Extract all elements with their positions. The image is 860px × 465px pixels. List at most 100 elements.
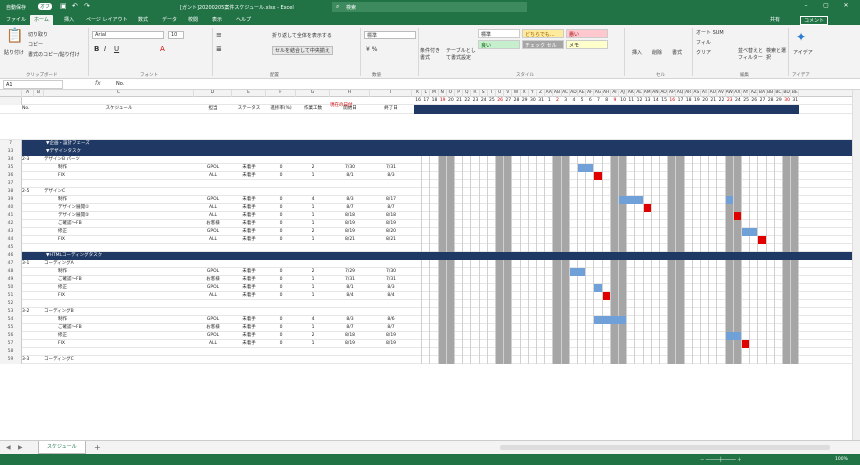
gantt-cell[interactable] xyxy=(570,348,578,356)
gantt-cell[interactable] xyxy=(644,356,652,364)
gantt-cell[interactable] xyxy=(619,284,628,292)
cell-f[interactable]: 0 xyxy=(266,164,296,172)
gantt-cell[interactable] xyxy=(438,212,447,220)
gantt-cell[interactable] xyxy=(512,172,521,180)
gantt-cell[interactable] xyxy=(742,308,751,316)
gantt-cell[interactable] xyxy=(758,188,767,196)
gantt-bar-blue[interactable] xyxy=(569,268,587,276)
cell-d[interactable]: お客様 xyxy=(194,220,232,228)
gantt-cell[interactable] xyxy=(438,340,447,348)
gantt-cell[interactable] xyxy=(750,196,759,204)
gantt-cell[interactable] xyxy=(553,244,562,252)
gantt-cell[interactable] xyxy=(545,268,554,276)
gantt-cell[interactable] xyxy=(693,228,701,236)
gantt-cell[interactable] xyxy=(463,204,472,212)
gantt-cell[interactable] xyxy=(578,324,587,332)
gantt-cell[interactable] xyxy=(693,220,701,228)
column-header-day[interactable]: X xyxy=(521,90,529,97)
gantt-cell[interactable] xyxy=(496,164,505,172)
gantt-cell[interactable] xyxy=(521,260,529,268)
gantt-cell[interactable] xyxy=(455,156,464,164)
column-header-day[interactable]: AX xyxy=(734,90,742,97)
cell-e[interactable]: 未着手 xyxy=(232,332,266,340)
cell-h[interactable]: 8/1 xyxy=(330,172,370,180)
gantt-cell[interactable] xyxy=(594,156,603,164)
gantt-cell[interactable] xyxy=(430,340,439,348)
cell-d[interactable]: ALL xyxy=(194,204,232,212)
gantt-cell[interactable] xyxy=(660,180,669,188)
column-header-day[interactable]: AF xyxy=(586,90,595,97)
gantt-cell[interactable] xyxy=(750,340,759,348)
gantt-cell[interactable] xyxy=(610,228,619,236)
gantt-cell[interactable] xyxy=(791,212,800,220)
gantt-cell[interactable] xyxy=(652,356,660,364)
gantt-cell[interactable] xyxy=(422,212,431,220)
column-header-day[interactable]: AG xyxy=(594,90,603,97)
cell-d[interactable]: GPOL xyxy=(194,228,232,236)
cell-c[interactable]: 修正 xyxy=(44,332,194,340)
gantt-cell[interactable] xyxy=(701,164,710,172)
gantt-cell[interactable] xyxy=(627,260,636,268)
gantt-cell[interactable] xyxy=(529,196,537,204)
gantt-cell[interactable] xyxy=(783,308,792,316)
column-header-c[interactable]: C xyxy=(44,90,194,97)
column-header-day[interactable]: AK xyxy=(627,90,636,97)
gantt-cell[interactable] xyxy=(783,276,792,284)
gantt-cell[interactable] xyxy=(685,164,693,172)
gantt-cell[interactable] xyxy=(438,236,447,244)
gantt-cell[interactable] xyxy=(660,156,669,164)
gantt-cell[interactable] xyxy=(767,340,775,348)
gantt-cell[interactable] xyxy=(471,292,480,300)
gantt-cell[interactable] xyxy=(553,316,562,324)
gantt-cell[interactable] xyxy=(463,196,472,204)
gantt-cell[interactable] xyxy=(561,332,570,340)
gantt-cell[interactable] xyxy=(504,212,513,220)
gantt-cell[interactable] xyxy=(586,284,595,292)
gantt-cell[interactable] xyxy=(610,340,619,348)
gantt-cell[interactable] xyxy=(758,292,767,300)
gantt-cell[interactable] xyxy=(521,284,529,292)
gantt-cell[interactable] xyxy=(652,332,660,340)
gantt-cell[interactable] xyxy=(570,236,578,244)
gantt-cell[interactable] xyxy=(422,172,431,180)
gantt-cell[interactable] xyxy=(471,220,480,228)
gantt-cell[interactable] xyxy=(438,260,447,268)
row-number[interactable]: 53 xyxy=(0,308,22,316)
gantt-cell[interactable] xyxy=(644,156,652,164)
gantt-cell[interactable] xyxy=(480,356,488,364)
gantt-cell[interactable] xyxy=(512,196,521,204)
gantt-cell[interactable] xyxy=(701,260,710,268)
gantt-cell[interactable] xyxy=(586,316,595,324)
gantt-cell[interactable] xyxy=(496,188,505,196)
gantt-cell[interactable] xyxy=(446,180,455,188)
gantt-cell[interactable] xyxy=(635,324,644,332)
cell-c[interactable]: FIX xyxy=(44,292,194,300)
gantt-cell[interactable] xyxy=(652,316,660,324)
gantt-cell[interactable] xyxy=(619,236,628,244)
column-header-day[interactable]: BC xyxy=(775,90,783,97)
gantt-cell[interactable] xyxy=(570,292,578,300)
gantt-cell[interactable] xyxy=(529,180,537,188)
gantt-cell[interactable] xyxy=(512,316,521,324)
gantt-cell[interactable] xyxy=(463,268,472,276)
gantt-cell[interactable] xyxy=(545,308,554,316)
gantt-cell[interactable] xyxy=(578,348,587,356)
gantt-cell[interactable] xyxy=(717,276,726,284)
gantt-cell[interactable] xyxy=(627,284,636,292)
gantt-cell[interactable] xyxy=(529,156,537,164)
column-header-day[interactable]: BD xyxy=(783,90,792,97)
gantt-cell[interactable] xyxy=(430,188,439,196)
gantt-cell[interactable] xyxy=(676,188,685,196)
gantt-cell[interactable] xyxy=(693,172,701,180)
gantt-cell[interactable] xyxy=(438,156,447,164)
gantt-cell[interactable] xyxy=(545,300,554,308)
gantt-cell[interactable] xyxy=(635,212,644,220)
cell-g[interactable]: 1 xyxy=(296,204,330,212)
gantt-cell[interactable] xyxy=(586,268,595,276)
cell-d[interactable]: ALL xyxy=(194,340,232,348)
gantt-cell[interactable] xyxy=(652,308,660,316)
gantt-cell[interactable] xyxy=(446,340,455,348)
gantt-cell[interactable] xyxy=(586,332,595,340)
gantt-cell[interactable] xyxy=(480,260,488,268)
wrap-text-button[interactable]: 折り返して全体を表示する xyxy=(272,32,332,39)
